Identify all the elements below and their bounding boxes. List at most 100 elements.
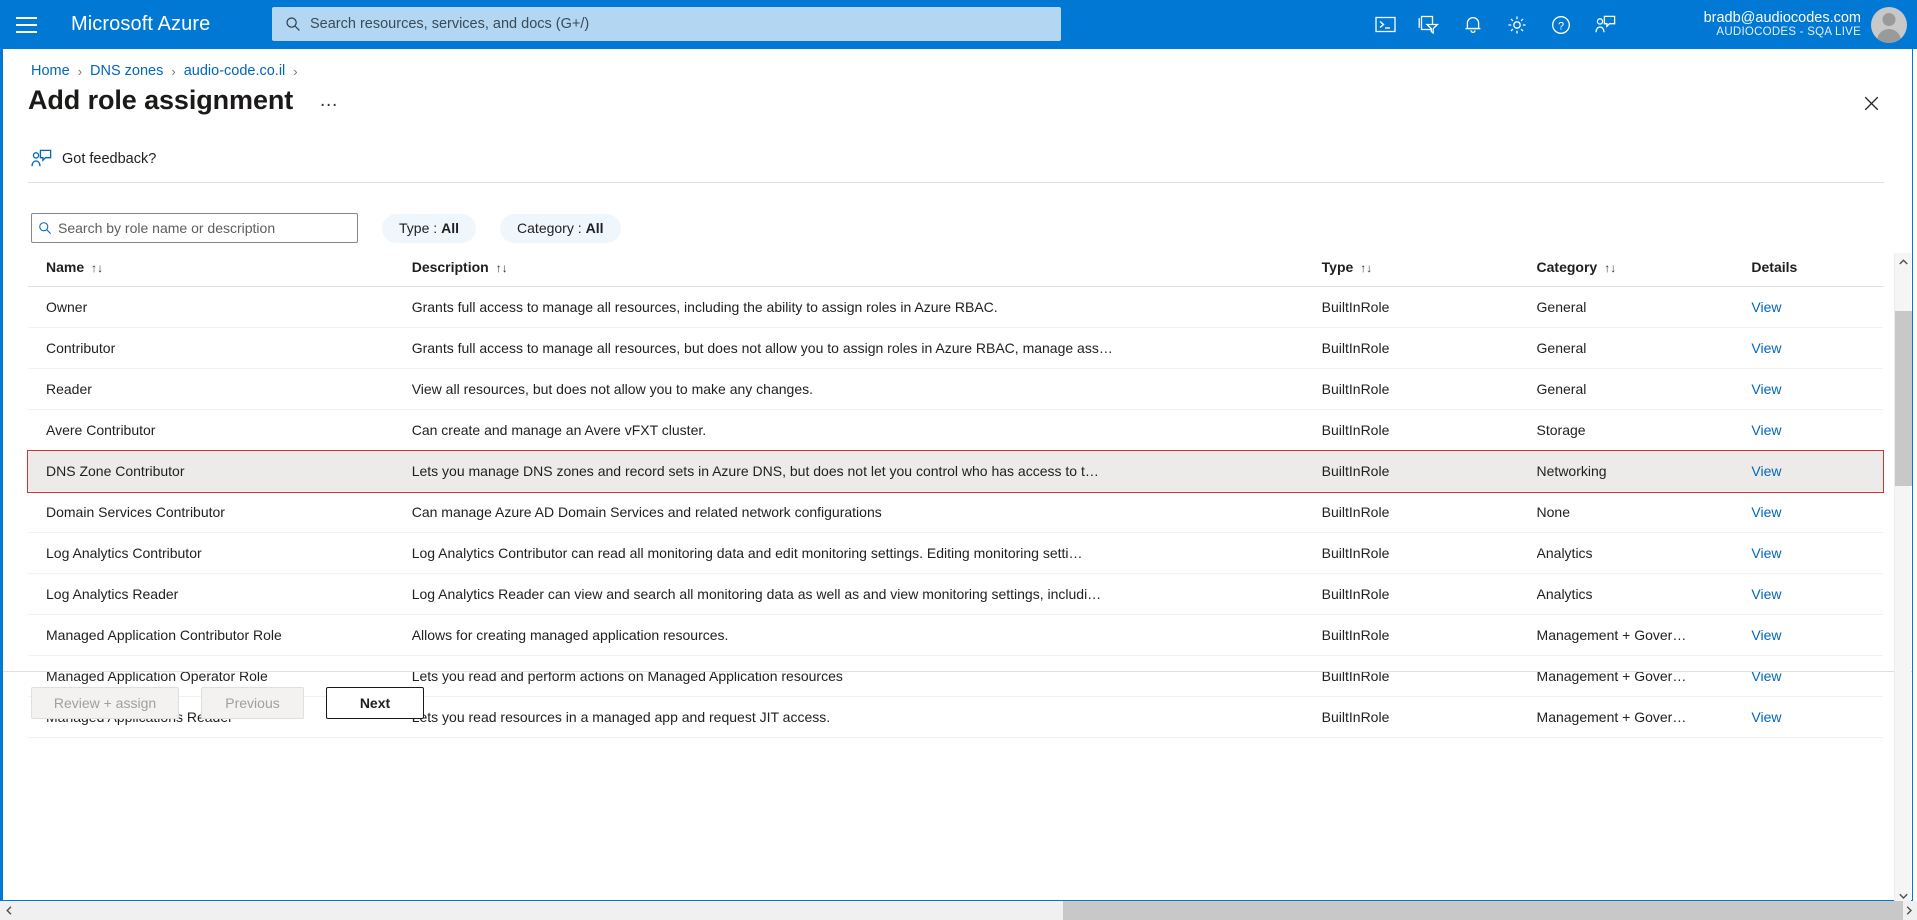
cell-role-category: Networking	[1536, 450, 1752, 492]
horizontal-scrollbar[interactable]	[0, 901, 1917, 920]
cell-role-details[interactable]: View	[1751, 614, 1883, 656]
breadcrumb-item-dns-zones[interactable]: DNS zones	[90, 63, 163, 79]
vertical-scrollbar[interactable]	[1894, 253, 1912, 904]
cell-role-description: Can manage Azure AD Domain Services and …	[411, 491, 1322, 533]
search-icon	[32, 221, 58, 235]
view-details-link[interactable]: View	[1751, 545, 1781, 561]
close-blade-button[interactable]	[1856, 88, 1886, 118]
cell-role-details[interactable]: View	[1751, 368, 1883, 410]
filter-type-pill[interactable]: Type : All	[382, 213, 477, 243]
blade-title-row: Add role assignment …	[28, 85, 345, 116]
table-row[interactable]: DNS Zone Contributor Lets you manage DNS …	[27, 449, 1884, 493]
feedback-icon[interactable]	[1583, 0, 1627, 49]
cell-role-details[interactable]: View	[1751, 491, 1883, 533]
table-row[interactable]: Domain Services Contributor Can manage Az…	[28, 491, 1883, 533]
cell-role-name: Log Analytics Contributor	[28, 532, 412, 574]
column-header-name-label: Name	[46, 259, 85, 275]
sort-arrows-icon: ↑↓	[1604, 261, 1617, 275]
cell-role-details[interactable]: View	[1751, 409, 1883, 451]
cell-role-details[interactable]: View	[1751, 573, 1883, 615]
column-header-type-label: Type	[1321, 259, 1354, 275]
cell-role-type: BuiltInRole	[1321, 409, 1537, 451]
more-options-icon[interactable]: …	[313, 89, 345, 112]
role-search-input[interactable]	[58, 220, 357, 236]
cell-role-category: Analytics	[1536, 532, 1752, 574]
cell-role-details[interactable]: View	[1751, 286, 1883, 328]
column-header-description[interactable]: Description ↑↓	[411, 255, 1322, 287]
account-menu[interactable]: bradb@audiocodes.com AUDIOCODES - SQA LI…	[1692, 0, 1907, 49]
global-search-input[interactable]	[308, 16, 1061, 32]
filters-row: Type : All Category : All	[31, 213, 621, 243]
cell-role-details[interactable]: View	[1751, 532, 1883, 574]
got-feedback-link[interactable]: Got feedback?	[31, 149, 156, 168]
got-feedback-label: Got feedback?	[62, 150, 157, 167]
cell-role-type: BuiltInRole	[1321, 491, 1537, 533]
review-assign-button[interactable]: Review + assign	[31, 687, 179, 719]
column-header-description-label: Description	[411, 259, 489, 275]
wizard-footer: Review + assign Previous Next	[31, 687, 424, 719]
view-details-link[interactable]: View	[1751, 381, 1781, 397]
horizontal-scrollbar-thumb[interactable]	[1063, 901, 1903, 920]
divider	[28, 182, 1884, 183]
account-tenant: AUDIOCODES - SQA LIVE	[1716, 26, 1861, 39]
cell-role-type: BuiltInRole	[1321, 614, 1537, 656]
cloud-shell-icon[interactable]	[1363, 0, 1407, 49]
previous-button[interactable]: Previous	[201, 687, 304, 719]
next-button[interactable]: Next	[326, 687, 424, 719]
cell-role-type: BuiltInRole	[1321, 327, 1537, 369]
view-details-link[interactable]: View	[1751, 504, 1781, 520]
top-bar-icon-group: ?	[1363, 0, 1627, 49]
breadcrumb-item-home[interactable]: Home	[31, 63, 70, 79]
table-row[interactable]: Owner Grants full access to manage all re…	[28, 286, 1883, 328]
view-details-link[interactable]: View	[1751, 422, 1781, 438]
settings-gear-icon[interactable]	[1495, 0, 1539, 49]
cell-role-details[interactable]: View	[1751, 327, 1883, 369]
roles-table-container: Name ↑↓ Description ↑↓ Type ↑↓ Category ↑↓ D…	[27, 255, 1884, 738]
roles-table-header: Name ↑↓ Description ↑↓ Type ↑↓ Category ↑↓ D…	[28, 255, 1883, 287]
cell-role-details[interactable]: View	[1751, 655, 1883, 697]
cell-role-description: Log Analytics Reader can view and search…	[411, 573, 1322, 615]
add-role-assignment-blade: Home › DNS zones › audio-code.co.il › Ad…	[0, 49, 1913, 904]
table-row[interactable]: Contributor Grants full access to manage …	[28, 327, 1883, 369]
view-details-link[interactable]: View	[1751, 299, 1781, 315]
cell-role-details[interactable]: View	[1751, 450, 1883, 492]
view-details-link[interactable]: View	[1751, 709, 1781, 725]
scroll-up-arrow-icon[interactable]	[1895, 253, 1912, 270]
breadcrumb-item-zone[interactable]: audio-code.co.il	[184, 63, 286, 79]
filter-category-label: Category :	[517, 220, 582, 236]
cell-role-details[interactable]: View	[1751, 696, 1883, 738]
view-details-link[interactable]: View	[1751, 340, 1781, 356]
filter-category-pill[interactable]: Category : All	[500, 213, 621, 243]
cell-role-description: Grants full access to manage all resourc…	[411, 327, 1322, 369]
column-header-type[interactable]: Type ↑↓	[1321, 255, 1537, 287]
hamburger-menu-icon[interactable]	[0, 0, 52, 49]
table-row[interactable]: Log Analytics Contributor Log Analytics C…	[28, 532, 1883, 574]
view-details-link[interactable]: View	[1751, 463, 1781, 479]
notifications-bell-icon[interactable]	[1451, 0, 1495, 49]
filter-type-value: All	[441, 220, 460, 236]
cell-role-name: Log Analytics Reader	[28, 573, 412, 615]
column-header-category[interactable]: Category ↑↓	[1536, 255, 1752, 287]
view-details-link[interactable]: View	[1751, 627, 1781, 643]
column-header-name[interactable]: Name ↑↓	[28, 255, 412, 287]
account-email: bradb@audiocodes.com	[1703, 9, 1861, 26]
directories-subscriptions-icon[interactable]	[1407, 0, 1451, 49]
cell-role-description: Grants full access to manage all resourc…	[411, 286, 1322, 328]
view-details-link[interactable]: View	[1751, 586, 1781, 602]
scroll-left-arrow-icon[interactable]	[0, 901, 17, 920]
role-search-box[interactable]	[31, 213, 358, 243]
table-row[interactable]: Log Analytics Reader Log Analytics Reader…	[28, 573, 1883, 615]
footer-divider	[3, 671, 1912, 672]
avatar[interactable]	[1871, 6, 1907, 43]
azure-brand-title[interactable]: Microsoft Azure	[71, 13, 210, 36]
table-row[interactable]: Reader View all resources, but does not a…	[28, 368, 1883, 410]
vertical-scrollbar-thumb[interactable]	[1895, 311, 1912, 486]
help-question-icon[interactable]: ?	[1539, 0, 1583, 49]
cell-role-name: Owner	[28, 286, 412, 328]
cell-role-description: Log Analytics Contributor can read all m…	[411, 532, 1322, 574]
table-row[interactable]: Managed Application Contributor Role Allo…	[28, 614, 1883, 656]
scroll-right-arrow-icon[interactable]	[1900, 901, 1917, 920]
table-row[interactable]: Avere Contributor Can create and manage a…	[28, 409, 1883, 451]
global-search-box[interactable]	[272, 7, 1061, 41]
cell-role-name: Domain Services Contributor	[28, 491, 412, 533]
